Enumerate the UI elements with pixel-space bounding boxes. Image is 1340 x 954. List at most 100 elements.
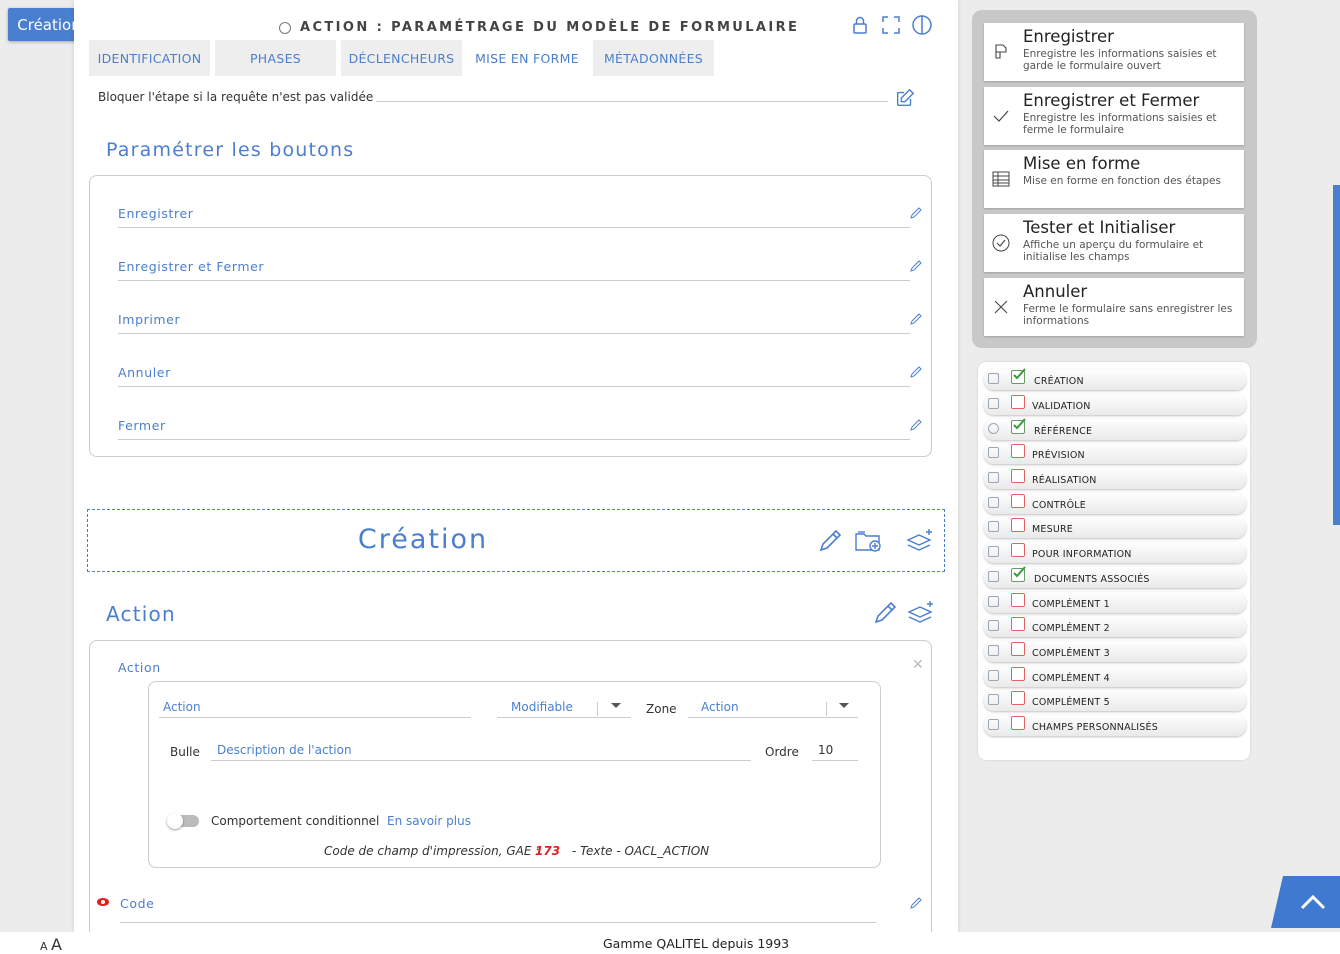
pencil-icon[interactable] <box>815 526 845 556</box>
footer-text: Gamme QALITEL depuis 1993 <box>603 936 790 951</box>
phase-icon <box>988 497 999 508</box>
phase-label: COMPLÉMENT 3 <box>1032 648 1110 659</box>
phase-label: POUR INFORMATION <box>1032 549 1132 560</box>
circle-check-icon <box>992 234 1010 252</box>
test-init-button-subtitle: Affiche un aperçu du formulaire et initi… <box>1023 239 1204 263</box>
zone-select[interactable]: Action <box>688 700 858 718</box>
code-field[interactable] <box>120 922 876 923</box>
checkbox-unchecked[interactable] <box>1011 716 1025 730</box>
checkbox-checked[interactable] <box>1011 368 1026 384</box>
chevron-down-icon <box>611 703 621 708</box>
action-field-label: Action <box>118 660 161 675</box>
tab-metadonnees[interactable]: MÉTADONNÉES <box>593 40 714 76</box>
clock-icon <box>988 423 999 434</box>
add-layer-icon[interactable] <box>905 526 935 556</box>
lock-icon[interactable] <box>848 13 872 37</box>
cancel-button[interactable]: Annuler Ferme le formulaire sans enregis… <box>984 278 1244 336</box>
pencil-icon[interactable] <box>870 598 900 628</box>
conditional-toggle[interactable] <box>167 813 199 829</box>
phase-label: COMPLÉMENT 5 <box>1032 697 1110 708</box>
phase-icon <box>988 373 999 384</box>
contrast-icon[interactable] <box>910 13 934 37</box>
edit-square-icon[interactable] <box>894 87 916 109</box>
buttons-panel: Enregistrer Enregistrer et Fermer Imprim… <box>89 175 932 457</box>
pencil-icon[interactable] <box>908 895 924 911</box>
phase-label: MESURE <box>1032 524 1073 535</box>
phase-item[interactable]: COMPLÉMENT 1 <box>984 592 1246 613</box>
fullscreen-icon[interactable] <box>879 13 903 37</box>
print-code-prefix: Code de champ d'impression, GAE : <box>324 844 540 858</box>
phase-item[interactable]: VALIDATION <box>984 394 1246 415</box>
phase-item[interactable]: POUR INFORMATION <box>984 542 1246 563</box>
checkbox-unchecked[interactable] <box>1011 543 1025 557</box>
mode-select[interactable]: Modifiable <box>497 700 631 718</box>
checkbox-unchecked[interactable] <box>1011 593 1025 607</box>
checkbox-unchecked[interactable] <box>1011 691 1025 705</box>
font-size-switch[interactable]: A A <box>40 935 62 954</box>
tab-phases[interactable]: PHASES <box>215 40 336 76</box>
users-icon <box>988 546 999 557</box>
scrollbar[interactable] <box>1333 185 1340 525</box>
checkbox-unchecked[interactable] <box>1011 494 1025 508</box>
tab-declencheurs[interactable]: DÉCLENCHEURS <box>341 40 462 76</box>
field-name-input[interactable]: Action <box>159 700 471 718</box>
radio-circle-icon[interactable] <box>279 22 291 34</box>
checkbox-unchecked[interactable] <box>1011 617 1025 631</box>
phase-item[interactable]: COMPLÉMENT 2 <box>984 616 1246 637</box>
font-size-large[interactable]: A <box>51 935 62 954</box>
pencil-icon[interactable] <box>908 311 924 327</box>
scroll-to-top-button[interactable] <box>1271 876 1340 928</box>
zone-select-value: Action <box>701 700 739 714</box>
pencil-icon[interactable] <box>908 258 924 274</box>
tab-mise-en-forme[interactable]: MISE EN FORME <box>463 40 591 76</box>
tab-identification[interactable]: IDENTIFICATION <box>89 40 210 76</box>
add-folder-icon[interactable] <box>853 526 883 556</box>
save-close-button[interactable]: Enregistrer et Fermer Enregistre les inf… <box>984 87 1244 145</box>
page-title: ACTION : PARAMÉTRAGE DU MODÈLE DE FORMUL… <box>300 20 800 35</box>
save-button[interactable]: Enregistrer Enregistre les informations … <box>984 23 1244 81</box>
phase-item[interactable]: RÉALISATION <box>984 468 1246 489</box>
phase-label: DOCUMENTS ASSOCIÉS <box>1034 574 1150 585</box>
phase-label: COMPLÉMENT 4 <box>1032 673 1110 684</box>
layout-button[interactable]: Mise en forme Mise en forme en fonction … <box>984 150 1244 208</box>
phase-item[interactable]: CONTRÔLE <box>984 493 1246 514</box>
checkbox-unchecked[interactable] <box>1011 642 1025 656</box>
save-button-subtitle: Enregistre les informations saisies et g… <box>1023 48 1217 72</box>
phase-dropzone: Création <box>87 509 945 572</box>
eye-icon[interactable] <box>96 897 110 907</box>
checkbox-checked[interactable] <box>1011 566 1026 582</box>
ordre-input[interactable]: 10 <box>812 743 858 761</box>
phase-label: CHAMPS PERSONNALISÉS <box>1032 722 1158 733</box>
pencil-icon[interactable] <box>908 364 924 380</box>
learn-more-link[interactable]: En savoir plus <box>387 814 471 828</box>
phase-item[interactable]: RÉFÉRENCE <box>984 418 1246 440</box>
checkbox-unchecked[interactable] <box>1011 395 1025 409</box>
checkbox-unchecked[interactable] <box>1011 667 1025 681</box>
cancel-button-title: Annuler <box>1023 282 1088 301</box>
phase-item[interactable]: MESURE <box>984 517 1246 538</box>
checkbox-unchecked[interactable] <box>1011 518 1025 532</box>
block-step-field[interactable] <box>376 101 888 102</box>
checkbox-unchecked[interactable] <box>1011 444 1025 458</box>
font-size-small[interactable]: A <box>40 940 48 953</box>
bulle-input[interactable]: Description de l'action <box>211 743 751 761</box>
phase-item[interactable]: COMPLÉMENT 4 <box>984 666 1246 687</box>
test-init-button[interactable]: Tester et Initialiser Affiche un aperçu … <box>984 214 1244 272</box>
conditional-label: Comportement conditionnel <box>211 814 380 828</box>
button-config-row: Enregistrer <box>118 188 922 228</box>
phase-item[interactable]: PRÉVISION <box>984 443 1246 464</box>
phase-item[interactable]: COMPLÉMENT 5 <box>984 690 1246 711</box>
phase-item[interactable]: COMPLÉMENT 3 <box>984 641 1246 662</box>
close-icon[interactable]: ✕ <box>912 658 926 672</box>
pencil-icon[interactable] <box>908 205 924 221</box>
add-layer-icon[interactable] <box>906 598 936 628</box>
phase-item[interactable]: CRÉATION <box>984 368 1246 390</box>
phase-item[interactable]: DOCUMENTS ASSOCIÉS <box>984 566 1246 588</box>
checkbox-checked[interactable] <box>1011 418 1026 434</box>
pencil-icon[interactable] <box>908 417 924 433</box>
action-field-panel: Action ✕ Action Modifiable Zone Action B… <box>89 640 932 932</box>
checkbox-unchecked[interactable] <box>1011 469 1025 483</box>
print-code-number: 173 <box>535 844 561 858</box>
button-config-label: Enregistrer <box>118 206 194 221</box>
phase-item[interactable]: CHAMPS PERSONNALISÉS <box>984 715 1246 736</box>
